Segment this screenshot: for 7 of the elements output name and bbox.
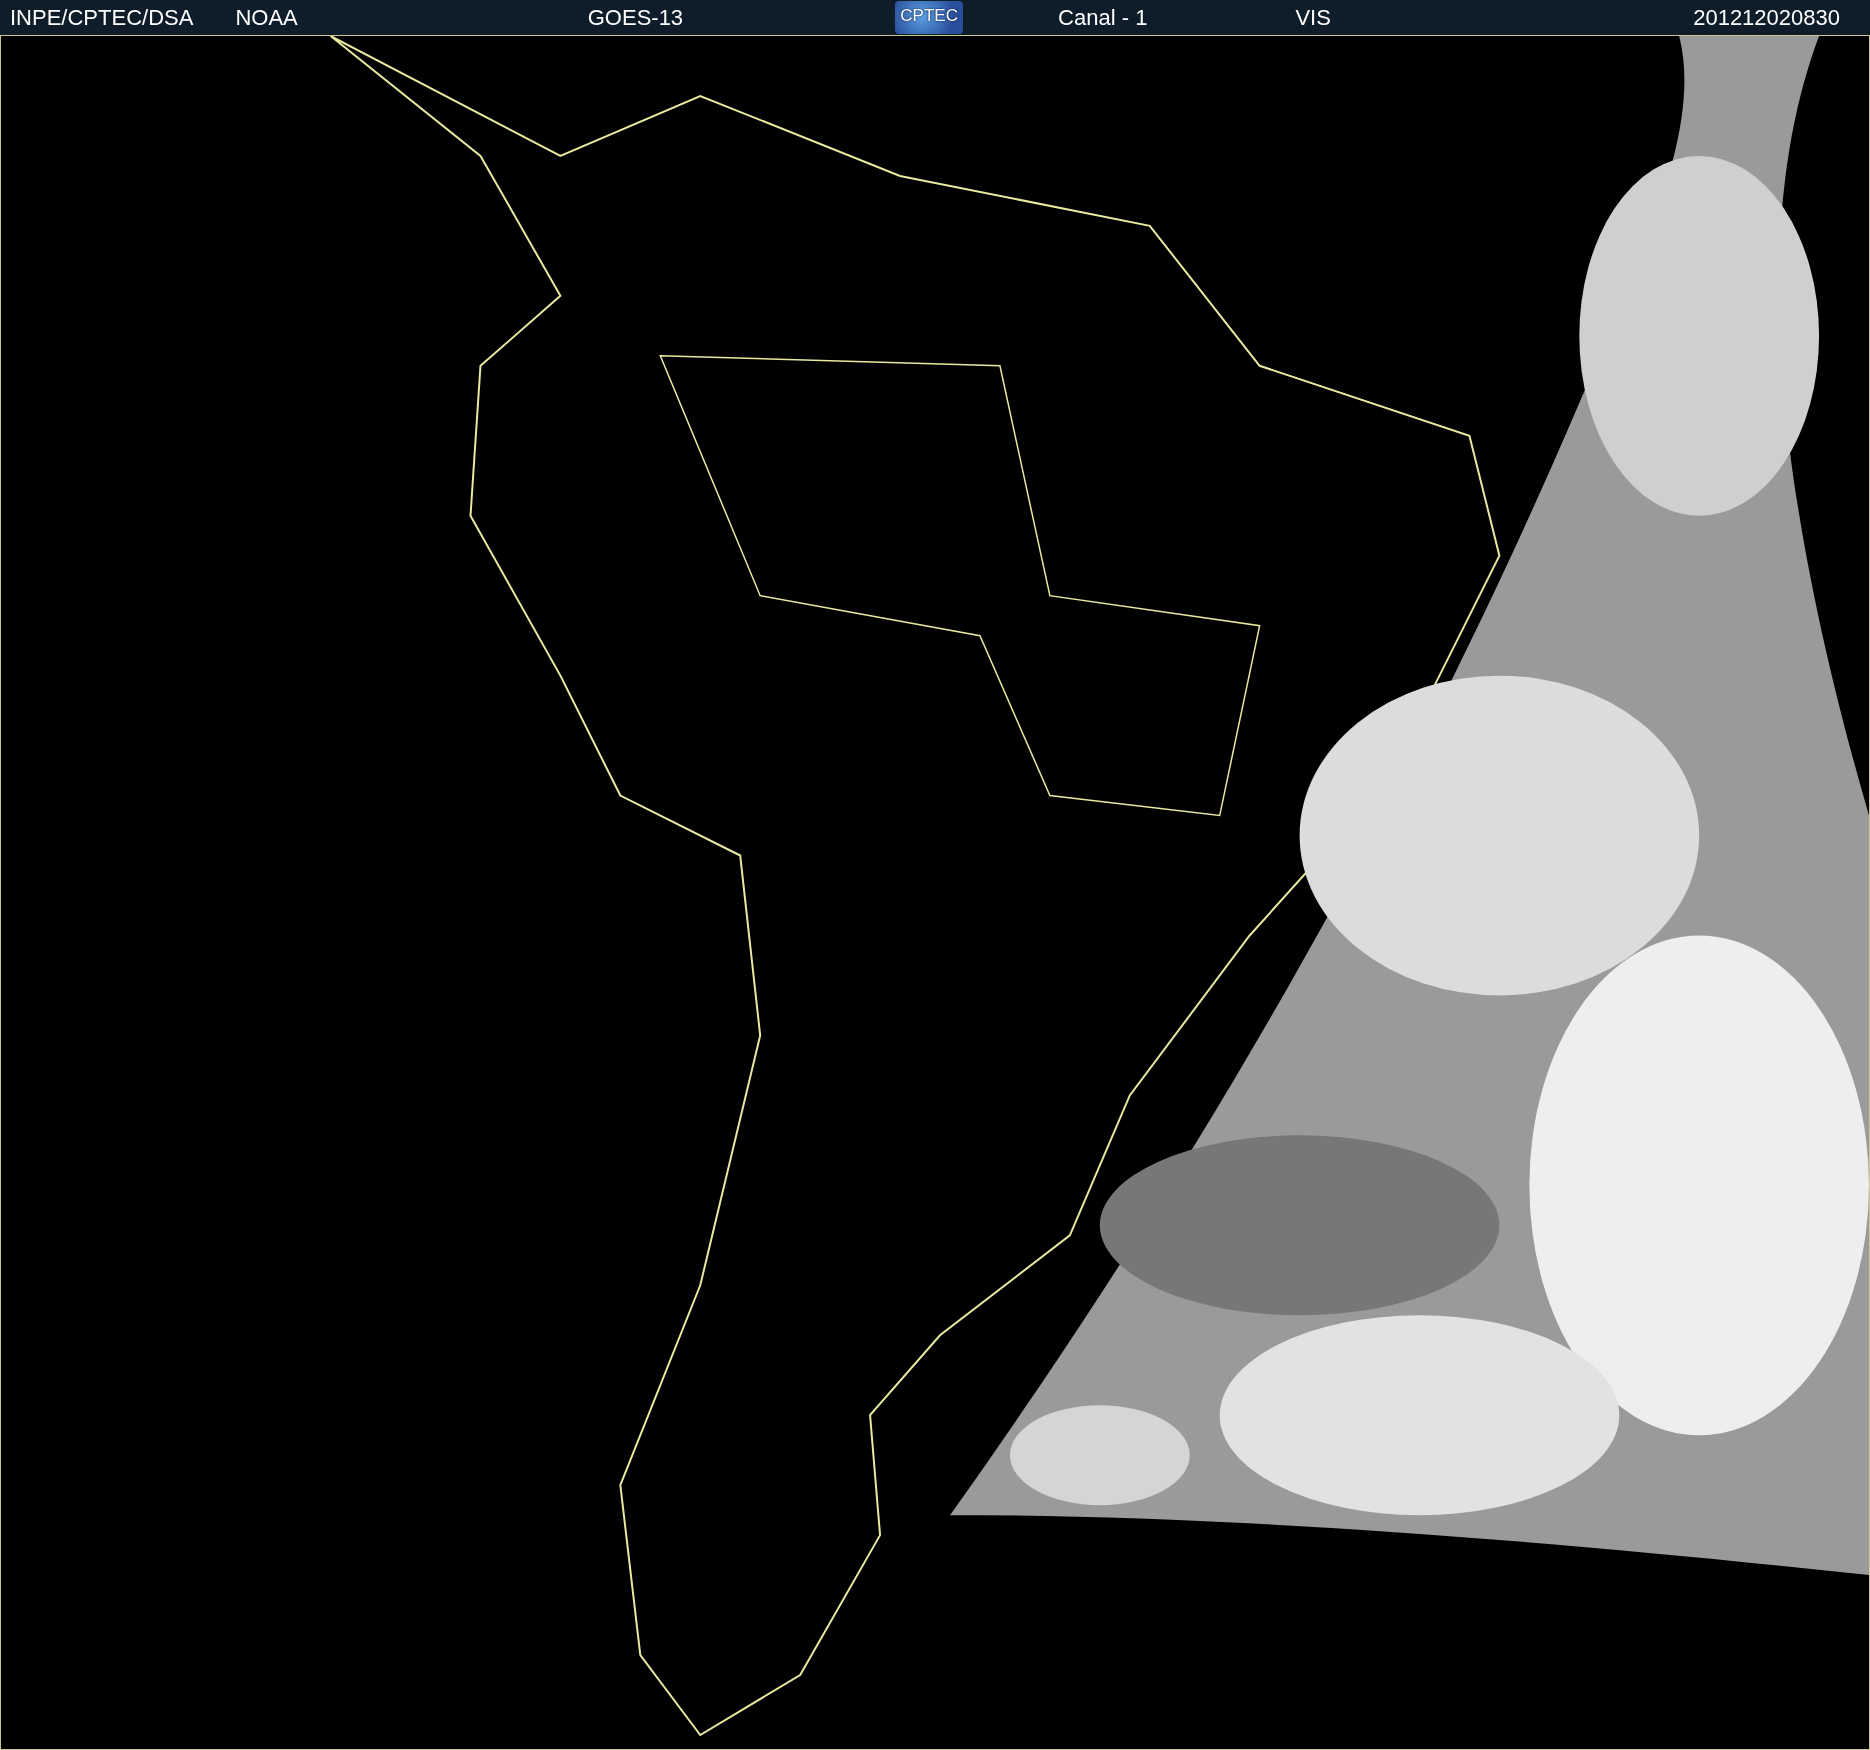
header-label: INPE/CPTEC/DSA [10,4,194,31]
header-label: Canal - 1 [1058,4,1148,31]
header-label: 201212020830 [1693,4,1840,31]
logo-badge: CPTEC [895,1,964,34]
header-label: NOAA [235,4,298,31]
header-label: VIS [1295,4,1331,31]
header-label: GOES-13 [587,4,684,31]
